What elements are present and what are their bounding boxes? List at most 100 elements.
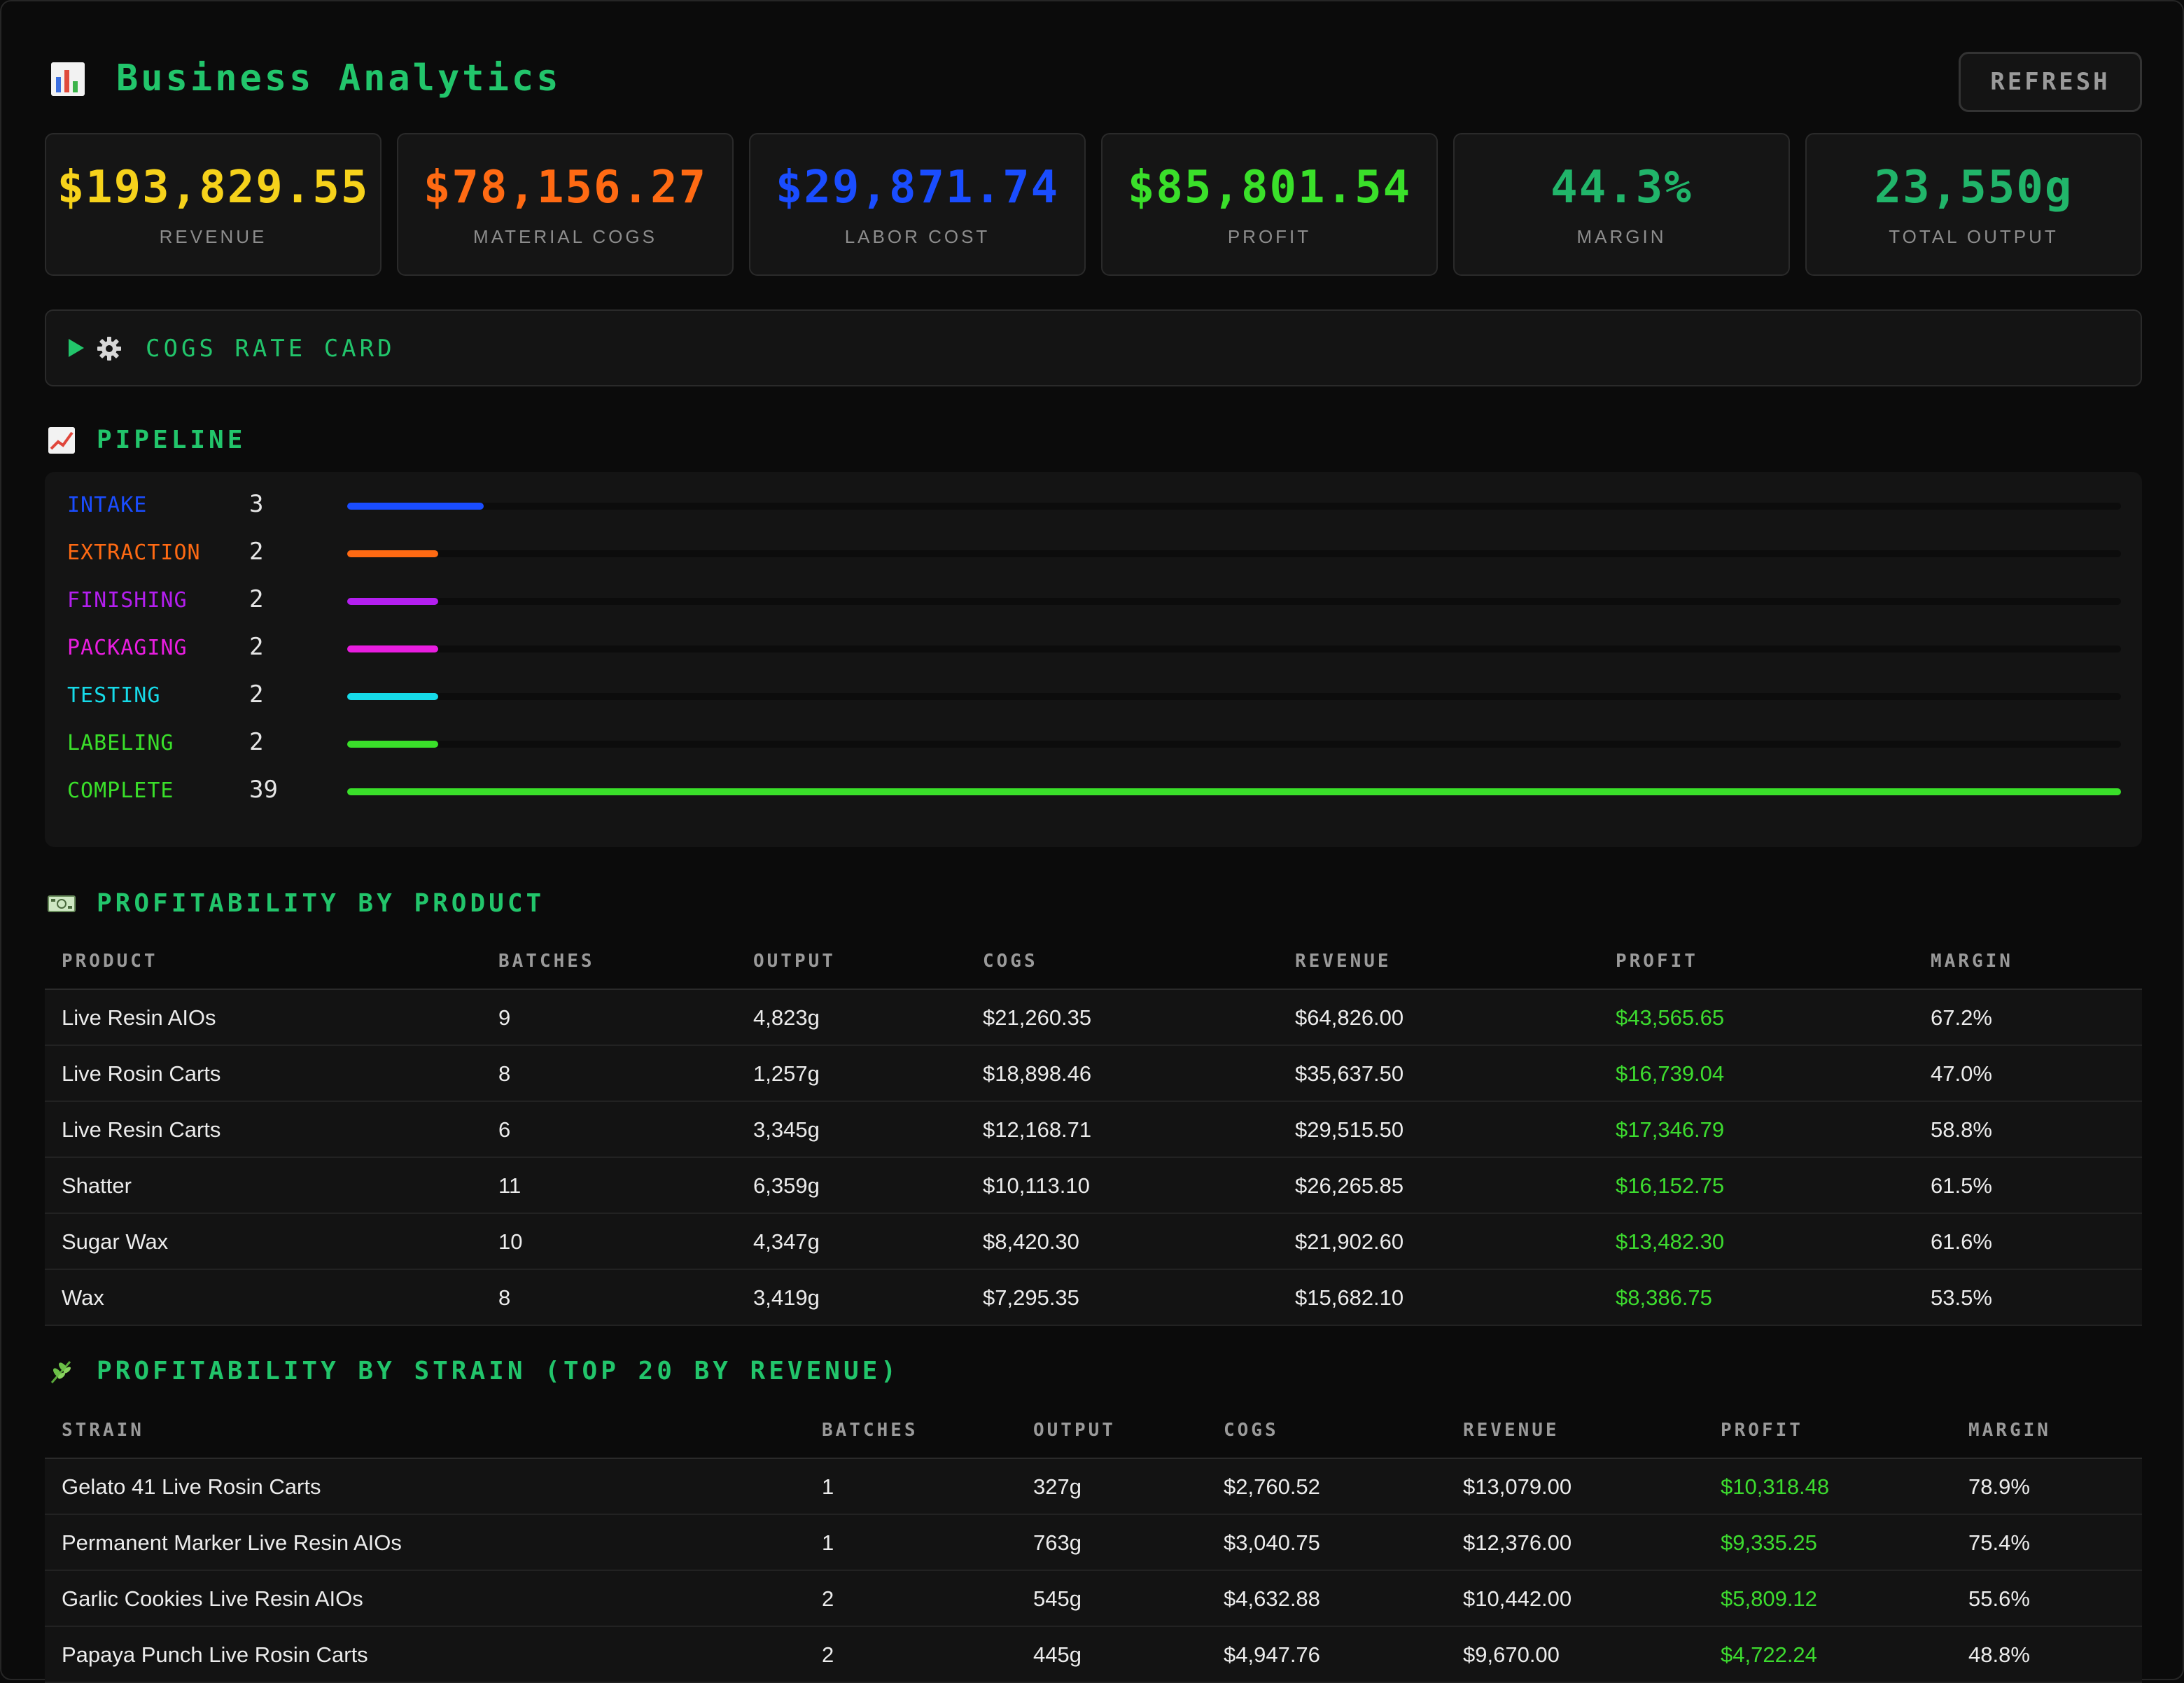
table-cell: 1 — [822, 1474, 834, 1499]
table-cell: 78.9% — [1968, 1474, 2030, 1499]
table-cell: 9 — [498, 1005, 511, 1030]
cogs-rate-card-label: COGS RATE CARD — [146, 335, 396, 363]
table-row[interactable]: Permanent Marker Live Resin AIOs 1 763g $3,… — [45, 1515, 2142, 1571]
kpi-label: MATERIAL COGS — [473, 225, 657, 247]
column-header: OUTPUT — [1033, 1420, 1116, 1441]
pipeline-progress-track — [347, 788, 2121, 795]
table-cell: Shatter — [62, 1173, 132, 1198]
table-cell: 11 — [498, 1173, 522, 1198]
pipeline-progress-fill — [347, 550, 438, 557]
table-cell: $12,376.00 — [1463, 1530, 1572, 1555]
table-cell: $4,722.24 — [1721, 1642, 1817, 1667]
pipeline-progress-track — [347, 550, 2121, 557]
column-header: REVENUE — [1463, 1420, 1560, 1441]
table-cell: 47.0% — [1931, 1061, 1992, 1086]
table-row[interactable]: Shatter 11 6,359g $10,113.10 $26,265.85 $16,1… — [45, 1158, 2142, 1214]
kpi-card: $85,801.54 PROFIT — [1101, 133, 1438, 276]
kpi-card: 23,550g TOTAL OUTPUT — [1805, 133, 2142, 276]
kpi-value: $29,871.74 — [775, 161, 1060, 214]
strain-profitability-title: PROFITABILITY BY STRAIN (TOP 20 BY REVEN… — [97, 1357, 899, 1385]
table-cell: $13,482.30 — [1616, 1229, 1725, 1254]
pipeline-stage-count: 2 — [249, 680, 264, 708]
table-cell: $2,760.52 — [1224, 1474, 1320, 1499]
table-cell: 61.5% — [1931, 1173, 1992, 1198]
pipeline-stage-count: 2 — [249, 633, 264, 661]
herb-icon — [50, 1360, 71, 1383]
product-profitability-table: PRODUCT BATCHES OUTPUT COGS REVENUE PROFIT MAR… — [45, 933, 2142, 1326]
table-row[interactable]: Live Resin Carts 6 3,345g $12,168.71 $29,515… — [45, 1102, 2142, 1158]
column-header: PRODUCT — [62, 951, 158, 972]
table-cell: Live Resin Carts — [62, 1117, 221, 1142]
pipeline-stage-name: FINISHING — [67, 588, 188, 613]
pipeline-progress-fill — [347, 788, 2121, 795]
table-cell: $9,335.25 — [1721, 1530, 1817, 1555]
column-header: COGS — [1224, 1420, 1279, 1441]
table-cell: $9,670.00 — [1463, 1642, 1560, 1667]
pipeline-progress-fill — [347, 503, 484, 510]
table-row[interactable]: Live Rosin Carts 8 1,257g $18,898.46 $35,637… — [45, 1046, 2142, 1102]
pipeline-row: PACKAGING 2 — [45, 624, 2142, 672]
pipeline-progress-fill — [347, 693, 438, 700]
table-cell: $35,637.50 — [1295, 1061, 1404, 1086]
gear-icon — [97, 337, 121, 361]
kpi-card: $29,871.74 LABOR COST — [749, 133, 1086, 276]
table-cell: $21,902.60 — [1295, 1229, 1404, 1254]
table-cell: 4,823g — [753, 1005, 820, 1030]
table-cell: $13,079.00 — [1463, 1474, 1572, 1499]
column-header: COGS — [983, 951, 1038, 972]
table-row[interactable]: Gelato 41 Live Rosin Carts 1 327g $2,760.52… — [45, 1459, 2142, 1515]
pipeline-row: COMPLETE 39 — [45, 767, 2142, 815]
pipeline-progress-fill — [347, 598, 438, 605]
pipeline-row: LABELING 2 — [45, 720, 2142, 767]
analytics-window: Business Analytics REFRESH $193,829.55 RE… — [0, 0, 2184, 1683]
table-cell: 2 — [822, 1642, 834, 1667]
table-cell: $26,265.85 — [1295, 1173, 1404, 1198]
table-cell: $10,442.00 — [1463, 1586, 1572, 1611]
table-row[interactable]: Sugar Wax 10 4,347g $8,420.30 $21,902.60 $13,… — [45, 1214, 2142, 1270]
table-cell: $8,386.75 — [1616, 1285, 1712, 1310]
table-cell: $4,632.88 — [1224, 1586, 1320, 1611]
table-row[interactable]: Wax 8 3,419g $7,295.35 $15,682.10 $8,386.75 53… — [45, 1270, 2142, 1326]
table-row[interactable]: Papaya Punch Live Rosin Carts 2 445g $4,947… — [45, 1627, 2142, 1683]
kpi-card: $78,156.27 MATERIAL COGS — [397, 133, 734, 276]
trend-chart-icon — [48, 426, 75, 454]
table-cell: Wax — [62, 1285, 104, 1310]
pipeline-stage-name: INTAKE — [67, 493, 148, 517]
table-cell: 1 — [822, 1530, 834, 1555]
table-cell: $8,420.30 — [983, 1229, 1079, 1254]
table-cell: 4,347g — [753, 1229, 820, 1254]
table-cell: 10 — [498, 1229, 523, 1254]
cogs-rate-card-toggle[interactable]: COGS RATE CARD — [45, 309, 2142, 386]
table-row[interactable]: Live Resin AIOs 9 4,823g $21,260.35 $64,826.… — [45, 990, 2142, 1046]
table-cell: 763g — [1033, 1530, 1082, 1555]
table-cell: $16,739.04 — [1616, 1061, 1725, 1086]
kpi-card: $193,829.55 REVENUE — [45, 133, 382, 276]
table-cell: 327g — [1033, 1474, 1082, 1499]
strain-profitability-heading: PROFITABILITY BY STRAIN (TOP 20 BY REVEN… — [48, 1357, 899, 1385]
column-header: STRAIN — [62, 1420, 144, 1441]
column-header: REVENUE — [1295, 951, 1392, 972]
pipeline-heading: PIPELINE — [48, 426, 246, 454]
kpi-card: 44.3% MARGIN — [1453, 133, 1790, 276]
table-cell: $3,040.75 — [1224, 1530, 1320, 1555]
table-cell: 67.2% — [1931, 1005, 1992, 1030]
table-cell: 8 — [498, 1285, 511, 1310]
table-cell: 6,359g — [753, 1173, 820, 1198]
pipeline-progress-track — [347, 598, 2121, 605]
table-cell: 6 — [498, 1117, 511, 1142]
kpi-label: MARGIN — [1576, 225, 1667, 247]
table-cell: $64,826.00 — [1295, 1005, 1404, 1030]
table-cell: $12,168.71 — [983, 1117, 1092, 1142]
kpi-value: 44.3% — [1550, 161, 1693, 214]
pipeline-progress-track — [347, 503, 2121, 510]
table-cell: $29,515.50 — [1295, 1117, 1404, 1142]
table-cell: $21,260.35 — [983, 1005, 1092, 1030]
pipeline-stage-count: 2 — [249, 538, 264, 566]
table-cell: 8 — [498, 1061, 511, 1086]
table-row[interactable]: Garlic Cookies Live Resin AIOs 2 545g $4,63… — [45, 1571, 2142, 1627]
pipeline-stage-count: 2 — [249, 585, 264, 613]
pipeline-stage-name: EXTRACTION — [67, 540, 201, 565]
expand-triangle-icon — [69, 339, 84, 357]
table-cell: 3,345g — [753, 1117, 820, 1142]
refresh-button[interactable]: REFRESH — [1959, 52, 2142, 112]
